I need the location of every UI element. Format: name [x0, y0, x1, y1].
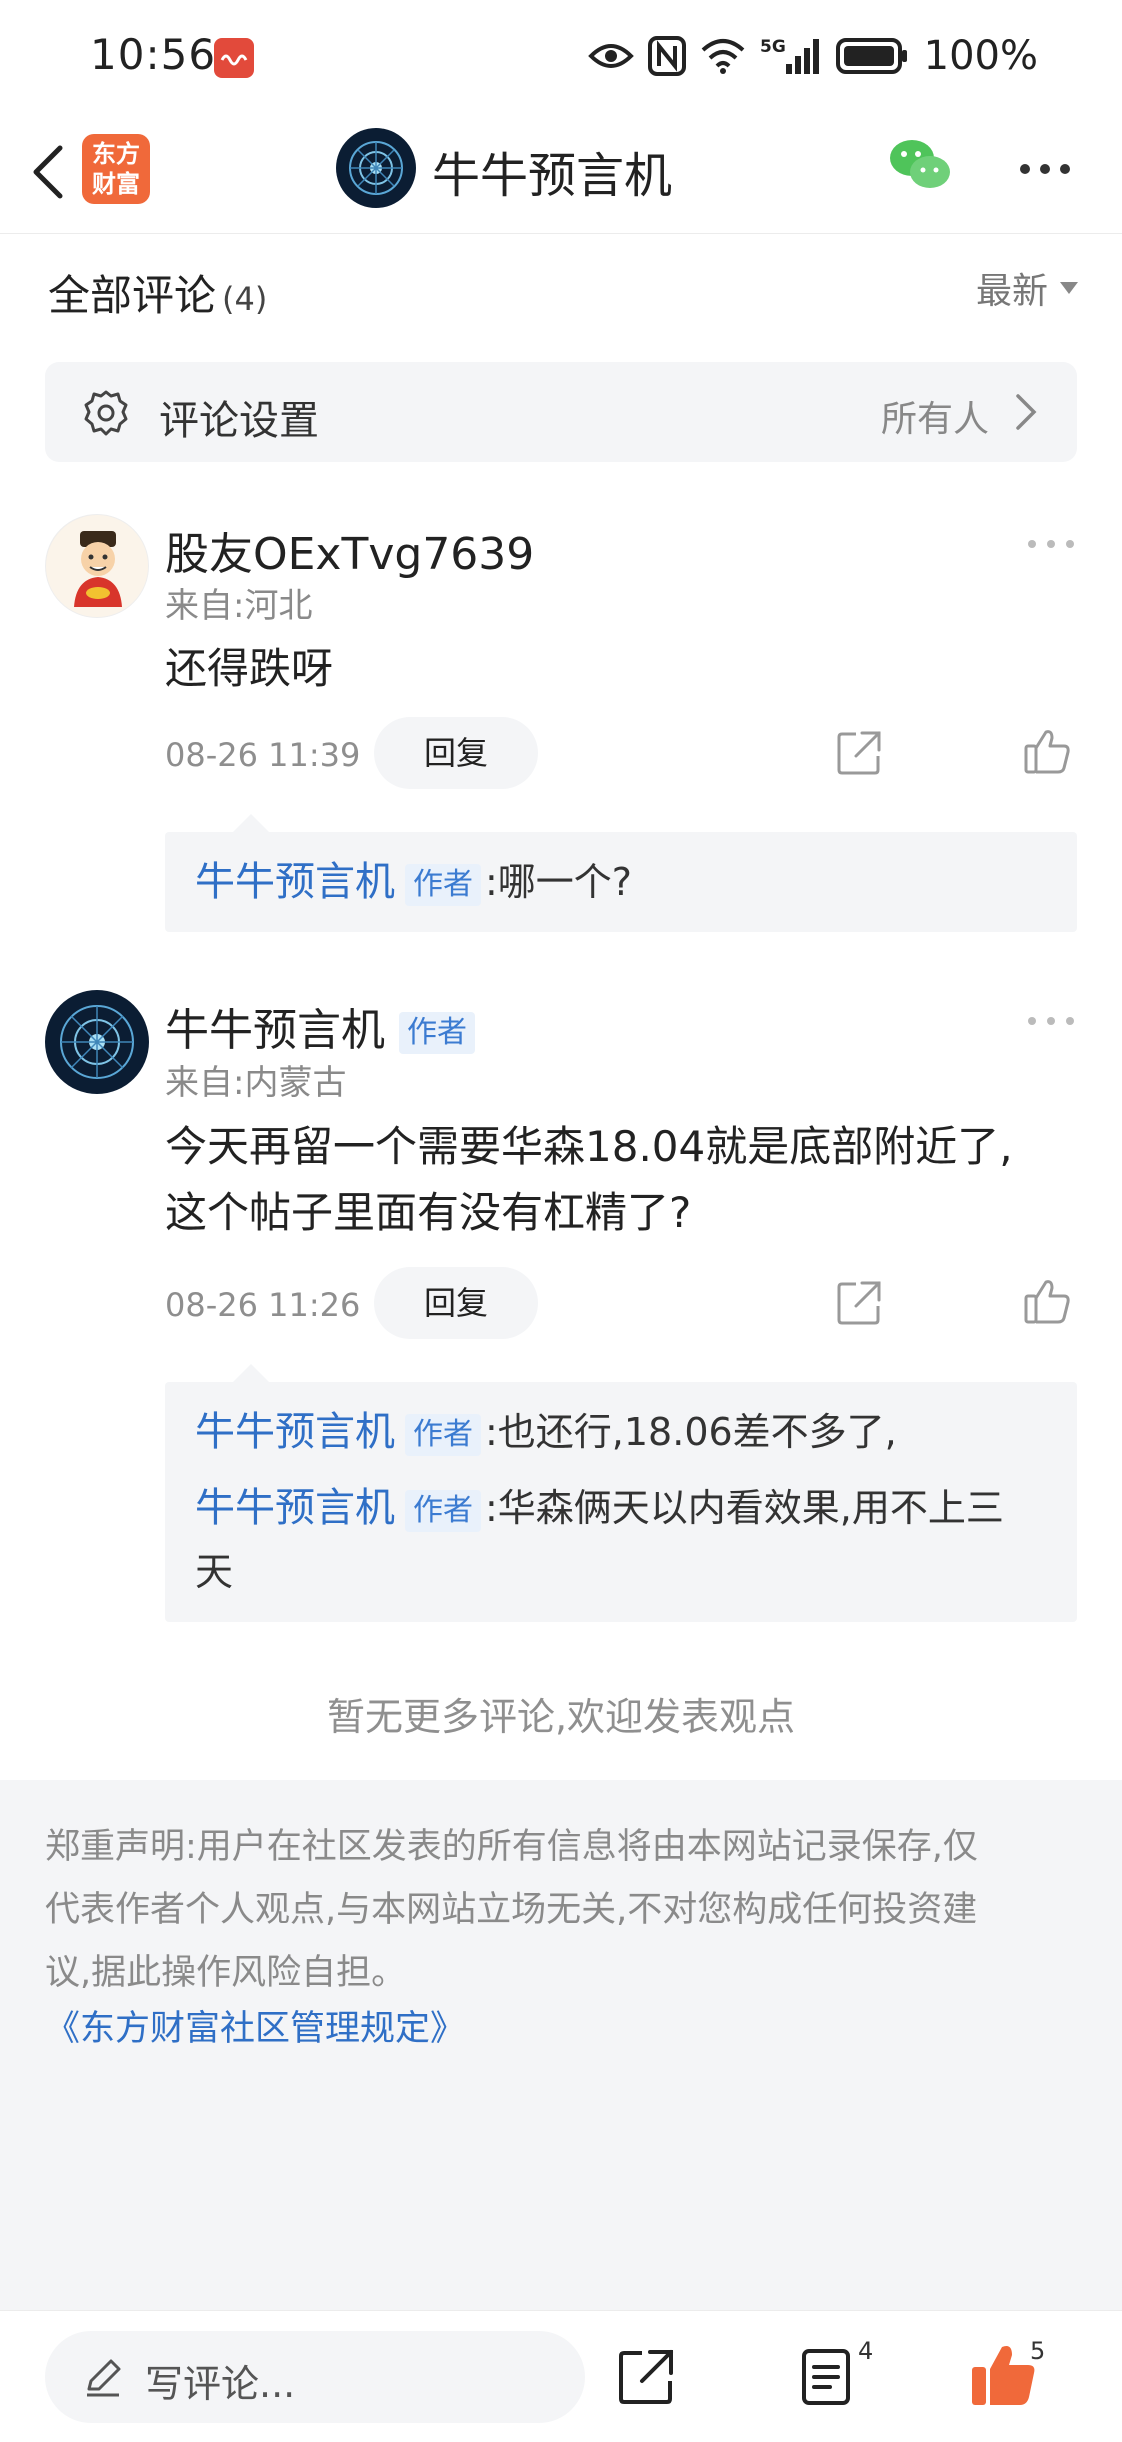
reply-thread: 牛牛预言机 作者:哪一个? — [165, 814, 1077, 932]
comment-text: 还得跌呀 — [165, 644, 334, 693]
pencil-icon — [87, 2359, 121, 2397]
write-comment-input[interactable]: 写评论... — [45, 2331, 585, 2423]
reply-text: :华森俩天以内看效果,用不上三 — [485, 1486, 1004, 1530]
comment-text-line: 这个帖子里面有没有杠精了? — [165, 1188, 692, 1237]
reply-author-name[interactable]: 牛牛预言机 — [195, 859, 395, 905]
comment-placeholder: 写评论... — [145, 2362, 296, 2406]
chevron-right-icon — [1016, 394, 1037, 430]
reply-author-name[interactable]: 牛牛预言机 — [195, 1485, 395, 1531]
reply-author-name[interactable]: 牛牛预言机 — [195, 1409, 395, 1455]
comment-text: 今天再留一个需要华森18.04就是底部附近了, 这个帖子里面有没有杠精了? — [165, 1114, 1077, 1246]
more-options-icon[interactable] — [1018, 162, 1072, 176]
comment-time: 08-26 11:26 — [165, 1286, 361, 1324]
disclaimer-line: 议,据此操作风险自担。 — [45, 1953, 407, 1993]
author-avatar[interactable] — [336, 128, 416, 208]
eye-icon — [587, 44, 634, 68]
comment-location: 来自:内蒙古 — [165, 1063, 347, 1103]
bottom-action-bar: 写评论... 4 5 — [0, 2310, 1122, 2442]
battery-icon — [835, 38, 907, 74]
comment-more-icon[interactable] — [1026, 1015, 1076, 1027]
signal-5g-icon: 5G — [760, 37, 819, 74]
comment-location: 来自:河北 — [165, 586, 313, 626]
author-badge: 作者 — [405, 1413, 481, 1456]
community-rules-link[interactable]: 《东方财富社区管理规定》 — [45, 2000, 465, 2051]
battery-percentage: 100% — [923, 33, 1038, 79]
avatar[interactable] — [45, 990, 149, 1094]
thumbs-up-icon[interactable] — [1022, 726, 1072, 776]
reply-text: :也还行,18.06差不多了, — [485, 1410, 897, 1454]
comments-title: 全部评论 — [48, 271, 217, 320]
notification-app-icon — [214, 38, 254, 78]
status-bar: 10:56 5G 100% — [0, 0, 1122, 112]
comment-time: 08-26 11:39 — [165, 736, 361, 774]
page-title: 牛牛预言机 — [432, 148, 673, 204]
author-badge: 作者 — [405, 1489, 481, 1532]
wechat-share-icon[interactable] — [888, 136, 952, 196]
no-more-comments-text: 暂无更多评论,欢迎发表观点 — [326, 1695, 796, 1739]
reply-thread: 牛牛预言机 作者:也还行,18.06差不多了, 牛牛预言机 作者:华森俩天以内看效果… — [165, 1364, 1077, 1622]
top-nav-bar: 东方财富 牛牛预言机 — [0, 112, 1122, 234]
nfc-icon — [647, 36, 686, 76]
comments-count: (4) — [222, 280, 268, 318]
status-time: 10:56 — [90, 30, 217, 79]
comment-username-text[interactable]: 牛牛预言机 — [165, 1005, 385, 1056]
share-icon[interactable] — [834, 728, 884, 778]
share-icon[interactable] — [834, 1278, 884, 1328]
share-icon[interactable] — [616, 2347, 676, 2407]
reply-text: :哪一个? — [485, 860, 632, 904]
svg-text:5G: 5G — [760, 37, 786, 57]
comment-settings-value: 所有人 — [880, 399, 989, 440]
eastmoney-logo[interactable]: 东方财富 — [82, 134, 150, 204]
reply-item[interactable]: 牛牛预言机 作者:也还行,18.06差不多了, — [195, 1400, 1055, 1464]
gear-icon — [84, 390, 128, 436]
avatar[interactable] — [45, 514, 149, 618]
reply-text-continued: 天 — [195, 1550, 234, 1594]
disclaimer-section: 郑重声明:用户在社区发表的所有信息将由本网站记录保存,仅 代表作者个人观点,与本… — [0, 1780, 1122, 2310]
comment-settings-label: 评论设置 — [159, 398, 319, 444]
disclaimer-text: 郑重声明:用户在社区发表的所有信息将由本网站记录保存,仅 代表作者个人观点,与本… — [45, 1816, 1085, 2005]
wifi-icon — [701, 39, 744, 74]
status-icons: 5G 100% — [587, 28, 1038, 84]
like-count-badge: 5 — [1030, 2337, 1046, 2365]
comment-count-badge: 4 — [858, 2337, 874, 2365]
comment-username[interactable]: 牛牛预言机 作者 — [165, 994, 475, 1058]
sort-label: 最新 — [975, 271, 1048, 312]
reply-item[interactable]: 牛牛预言机 作者:哪一个? — [195, 850, 1055, 914]
author-badge: 作者 — [405, 863, 481, 906]
reply-button[interactable]: 回复 — [374, 1267, 538, 1339]
comment-username[interactable]: 股友OExTvg7639 — [165, 518, 534, 582]
sort-dropdown[interactable]: 最新 — [976, 262, 1078, 314]
comment-more-icon[interactable] — [1026, 538, 1076, 550]
back-arrow-icon[interactable] — [22, 140, 78, 204]
comments-header: 全部评论 (4) — [48, 262, 267, 323]
disclaimer-line: 代表作者个人观点,与本网站立场无关,不对您构成任何投资建 — [45, 1890, 978, 1930]
thumbs-up-icon[interactable] — [1022, 1276, 1072, 1326]
comment-text-line: 今天再留一个需要华森18.04就是底部附近了, — [165, 1122, 1013, 1171]
reply-item[interactable]: 牛牛预言机 作者:华森俩天以内看效果,用不上三天 — [195, 1476, 1055, 1604]
reply-button[interactable]: 回复 — [374, 717, 538, 789]
comment-settings-row[interactable]: 评论设置 所有人 — [45, 362, 1077, 462]
author-badge: 作者 — [399, 1012, 475, 1054]
disclaimer-line: 郑重声明:用户在社区发表的所有信息将由本网站记录保存,仅 — [45, 1827, 978, 1867]
comments-list-icon[interactable] — [800, 2347, 856, 2407]
dropdown-arrow-icon — [1060, 282, 1078, 294]
thumbs-up-icon[interactable] — [970, 2341, 1038, 2407]
